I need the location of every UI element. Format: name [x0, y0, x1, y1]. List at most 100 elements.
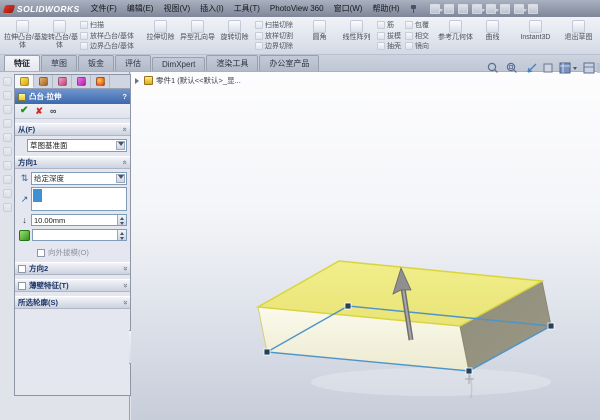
zoom-to-fit-icon[interactable]: [488, 63, 497, 72]
print-icon[interactable]: [472, 4, 482, 14]
swept-boss-button[interactable]: 扫描: [79, 20, 135, 30]
help-button[interactable]: ?: [122, 92, 127, 101]
view-orientation-icon[interactable]: [584, 63, 600, 73]
spin-down-button[interactable]: [118, 236, 126, 242]
menu-view[interactable]: 视图(V): [158, 0, 195, 17]
sketch-tool-icon[interactable]: [3, 77, 12, 86]
menu-edit[interactable]: 编辑(E): [122, 0, 159, 17]
featuremanager-tab[interactable]: [34, 75, 53, 88]
detailed-preview-button[interactable]: ∞: [50, 106, 56, 116]
sketch-tool-icon[interactable]: [3, 119, 12, 128]
section-view-icon[interactable]: [544, 64, 552, 72]
menu-help[interactable]: 帮助(H): [367, 0, 404, 17]
menu-file[interactable]: 文件(F): [86, 0, 122, 17]
expand-arrow-icon[interactable]: [135, 78, 142, 84]
swept-cut-button[interactable]: 扫描切除: [254, 20, 294, 30]
configurationmanager-tab[interactable]: [72, 75, 91, 88]
thin-feature-checkbox[interactable]: [18, 282, 26, 290]
sketch-tool-icon[interactable]: [3, 133, 12, 142]
boundary-cut-button[interactable]: 边界切除: [254, 41, 294, 51]
displaymanager-icon: [58, 77, 67, 86]
lofted-cut-button[interactable]: 放样切割: [254, 31, 294, 41]
rib-button[interactable]: 筋: [376, 20, 402, 30]
exit-sketch-button[interactable]: 退出草图: [560, 18, 597, 53]
dimxpertmanager-tab[interactable]: [91, 75, 110, 88]
open-document-icon[interactable]: [444, 4, 454, 14]
sketch-tool-icon[interactable]: [3, 147, 12, 156]
linear-pattern-button[interactable]: 线性阵列: [338, 18, 375, 53]
previous-view-icon[interactable]: [528, 64, 536, 72]
sketch-tool-icon[interactable]: [3, 175, 12, 184]
menu-window[interactable]: 窗口(W): [329, 0, 368, 17]
tab-render-tools[interactable]: 渲染工具: [206, 55, 258, 71]
revolved-cut-button[interactable]: 旋转切除: [216, 18, 253, 53]
lofted-boss-button[interactable]: 放样凸台/基体: [79, 31, 135, 41]
sketch-tool-icon[interactable]: [3, 203, 12, 212]
extruded-cut-button[interactable]: 拉伸切除: [142, 18, 179, 53]
new-document-icon[interactable]: [430, 4, 440, 14]
cancel-button[interactable]: ✘: [35, 106, 43, 116]
graphics-area[interactable]: 零件1 (默认<<默认>_显...: [131, 72, 600, 420]
direction-reference-listbox[interactable]: [31, 187, 127, 211]
instant3d-button[interactable]: Instant3D: [517, 18, 554, 53]
select-icon[interactable]: [500, 4, 510, 14]
undo-icon[interactable]: [486, 4, 496, 14]
selected-entity-highlight: [33, 189, 42, 202]
tab-dimxpert[interactable]: DimXpert: [152, 57, 205, 71]
revolved-boss-button[interactable]: 旋转凸台/基体: [41, 18, 78, 53]
extruded-boss-button[interactable]: 拉伸凸台/基体: [4, 18, 41, 53]
ok-button[interactable]: ✔: [20, 106, 28, 116]
dimxpertmanager-icon: [96, 77, 105, 86]
curves-button[interactable]: 曲线: [474, 18, 511, 53]
displaymanager-tab[interactable]: [53, 75, 72, 88]
thin-feature-section-header[interactable]: 薄壁特征(T) «: [15, 279, 130, 292]
boss-group: 拉伸凸台/基体 旋转凸台/基体 扫描 放样凸台/基体 边界凸台/基体: [2, 18, 138, 53]
propertymanager-tab[interactable]: [15, 75, 34, 88]
tab-sketch[interactable]: 草图: [41, 55, 77, 71]
rebuild-icon[interactable]: [514, 4, 524, 14]
menu-tools[interactable]: 工具(T): [229, 0, 265, 17]
fillet-button[interactable]: 圆角: [301, 18, 338, 53]
sketch-tool-icon[interactable]: [3, 91, 12, 100]
depth-spinner[interactable]: 10.00mm: [31, 214, 127, 226]
draft-outward-checkbox[interactable]: [37, 249, 45, 257]
tab-sheet-metal[interactable]: 钣金: [78, 55, 114, 71]
draft-toggle-icon[interactable]: [19, 230, 30, 241]
sketch-tool-icon[interactable]: [3, 105, 12, 114]
tab-evaluate[interactable]: 评估: [115, 55, 151, 71]
tab-features[interactable]: 特征: [4, 55, 40, 71]
selected-contours-section-header[interactable]: 所选轮廓(S) «: [15, 296, 130, 309]
from-section-header[interactable]: 从(F) «: [15, 123, 130, 136]
boundary-boss-button[interactable]: 边界凸台/基体: [79, 41, 135, 51]
wrap-button[interactable]: 包覆: [404, 20, 430, 30]
direction2-checkbox[interactable]: [18, 265, 26, 273]
sketch-vertex-handle[interactable]: [345, 303, 351, 309]
sketch-tool-icon[interactable]: [3, 161, 12, 170]
menu-insert[interactable]: 插入(I): [195, 0, 229, 17]
intersect-button[interactable]: 相交: [404, 31, 430, 41]
direction1-section-header[interactable]: 方向1 «: [15, 156, 130, 169]
reverse-direction-icon[interactable]: ⇅: [18, 173, 31, 184]
draft-angle-spinner[interactable]: [32, 229, 127, 241]
hole-wizard-button[interactable]: 异型孔向导: [179, 18, 216, 53]
draft-button[interactable]: 拔模: [376, 31, 402, 41]
mirror-button[interactable]: 镜向: [404, 41, 430, 51]
sketch-vertex-handle[interactable]: [264, 349, 270, 355]
start-condition-dropdown[interactable]: 草图基准面: [27, 139, 127, 152]
reference-geometry-button[interactable]: 参考几何体: [437, 18, 474, 53]
pushpin-icon[interactable]: [409, 4, 418, 13]
view-settings-icon[interactable]: [560, 63, 577, 73]
sketch-tool-icon[interactable]: [3, 189, 12, 198]
zoom-to-area-icon[interactable]: [507, 63, 516, 72]
end-condition-dropdown[interactable]: 给定深度: [31, 172, 127, 185]
sketch-vertex-handle[interactable]: [548, 323, 554, 329]
direction2-section-header[interactable]: 方向2 «: [15, 262, 130, 275]
tab-office-products[interactable]: 办公室产品: [259, 55, 319, 71]
feature-tree-breadcrumb[interactable]: 零件1 (默认<<默认>_显...: [135, 75, 241, 86]
save-icon[interactable]: [458, 4, 468, 14]
menu-photoview[interactable]: PhotoView 360: [265, 0, 329, 17]
spin-down-button[interactable]: [118, 221, 126, 227]
shell-button[interactable]: 抽壳: [376, 41, 402, 51]
sketch-vertex-handle[interactable]: [466, 368, 472, 374]
options-icon[interactable]: [528, 4, 538, 14]
